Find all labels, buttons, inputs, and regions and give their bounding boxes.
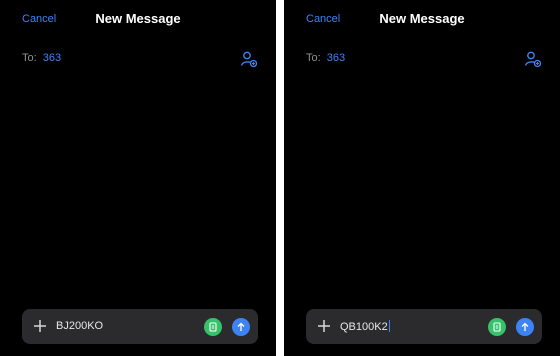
attach-button[interactable] bbox=[488, 318, 506, 336]
page-title: New Message bbox=[95, 11, 181, 26]
send-button[interactable] bbox=[516, 318, 534, 336]
recipient-field[interactable]: To: 363 bbox=[306, 52, 345, 64]
plus-icon[interactable] bbox=[316, 318, 332, 334]
message-input[interactable]: BJ200KO bbox=[56, 320, 103, 332]
document-icon bbox=[209, 322, 217, 332]
message-composer: QB100K2 bbox=[306, 309, 542, 344]
header: Cancel New Message bbox=[284, 0, 560, 40]
arrow-up-icon bbox=[237, 322, 245, 331]
recipient-value[interactable]: 363 bbox=[327, 52, 345, 64]
plus-icon[interactable] bbox=[32, 318, 48, 334]
send-button[interactable] bbox=[232, 318, 250, 336]
add-contact-icon[interactable] bbox=[524, 50, 542, 68]
header: Cancel New Message bbox=[0, 0, 276, 40]
attach-button[interactable] bbox=[204, 318, 222, 336]
text-cursor bbox=[388, 320, 390, 332]
message-composer: BJ200KO bbox=[22, 309, 258, 344]
to-label: To: bbox=[306, 52, 321, 64]
arrow-up-icon bbox=[521, 322, 529, 331]
message-text: QB100K2 bbox=[340, 321, 388, 333]
message-input[interactable]: QB100K2 bbox=[340, 320, 390, 333]
add-contact-icon[interactable] bbox=[240, 50, 258, 68]
document-icon bbox=[493, 322, 501, 332]
recipient-value[interactable]: 363 bbox=[43, 52, 61, 64]
screen-right: Cancel New Message To: 363 QB100K2 bbox=[284, 0, 560, 356]
screen-left: Cancel New Message To: 363 BJ200KO bbox=[0, 0, 276, 356]
recipient-field[interactable]: To: 363 bbox=[22, 52, 61, 64]
to-label: To: bbox=[22, 52, 37, 64]
page-title: New Message bbox=[379, 11, 465, 26]
